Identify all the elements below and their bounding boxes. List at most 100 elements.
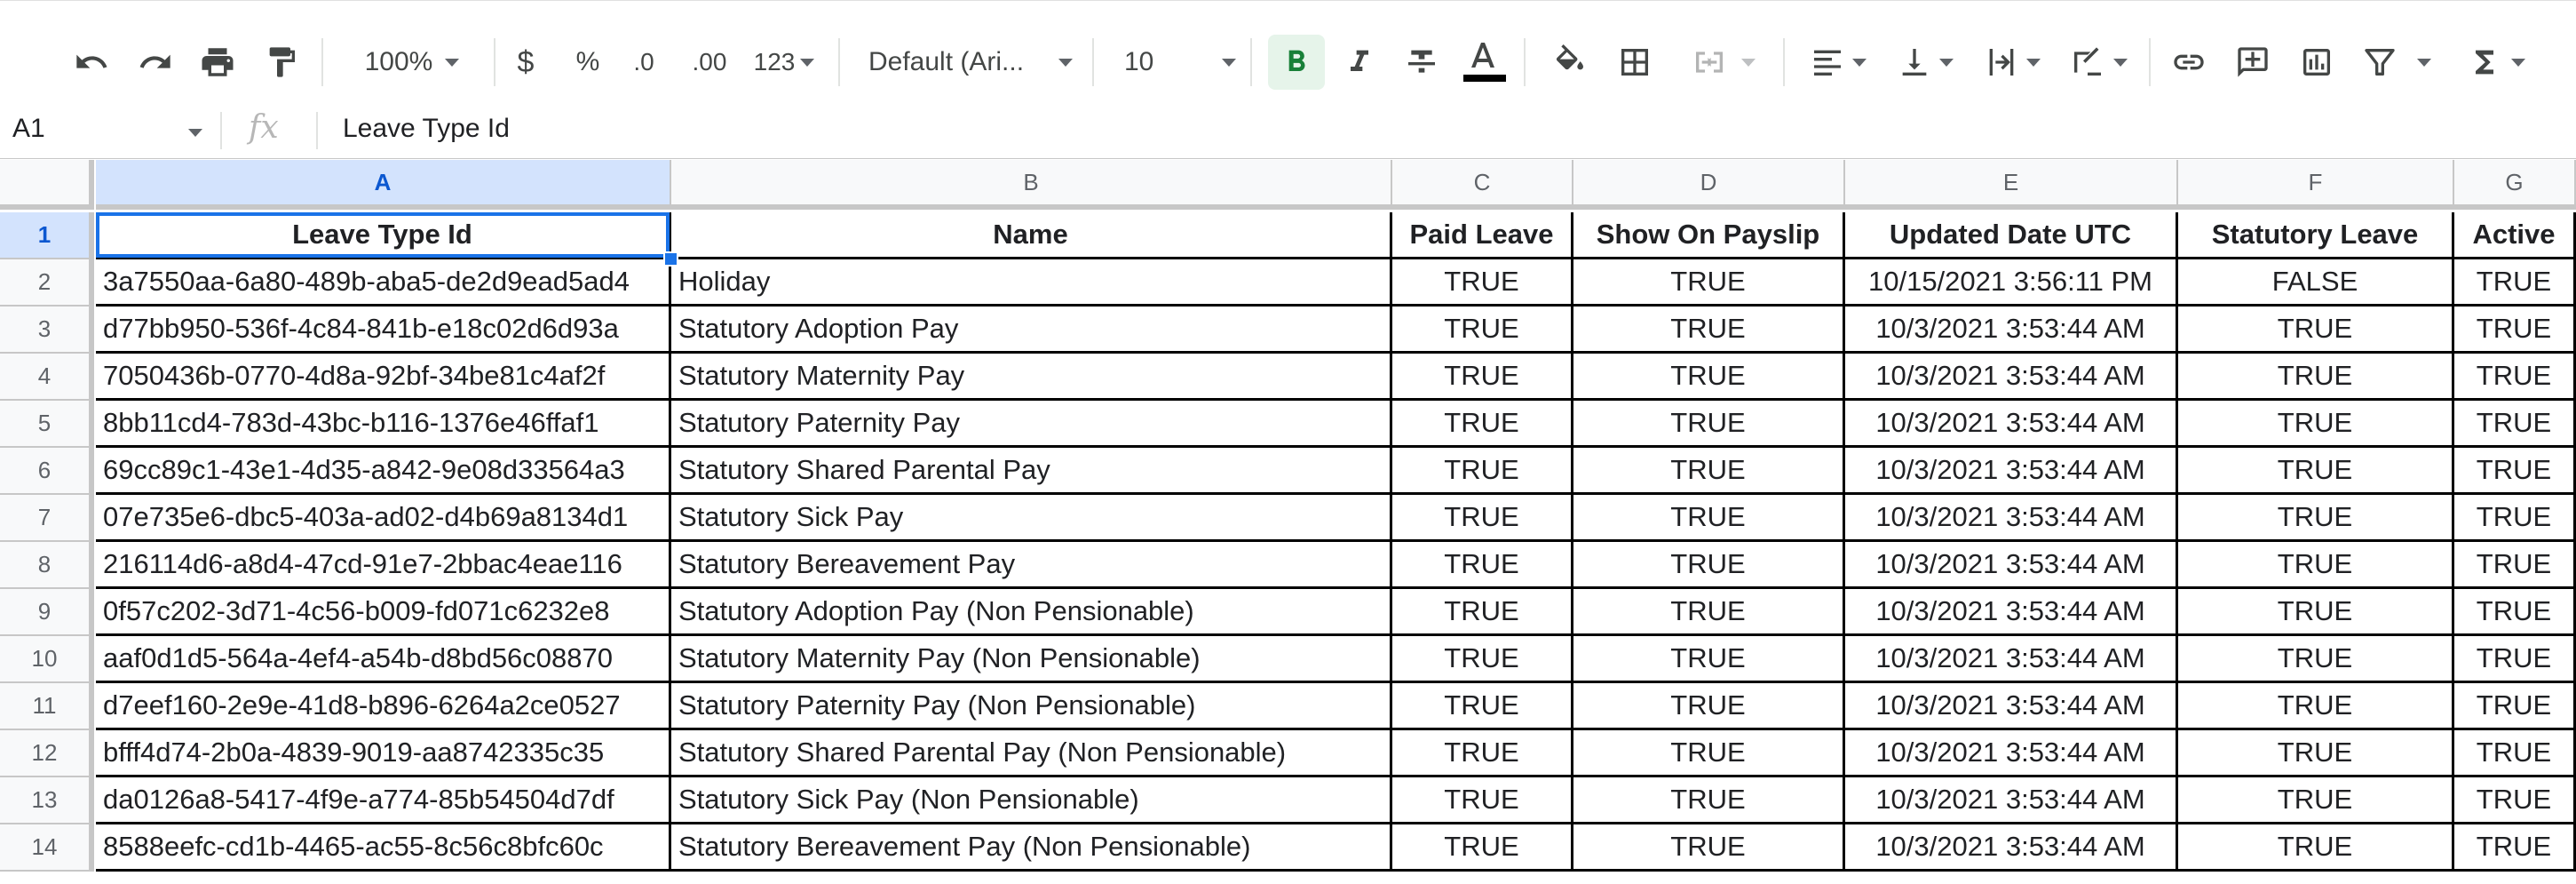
select-all-corner[interactable] [0,160,94,210]
more-formats-button[interactable]: 123 [748,35,820,90]
table-cell-payslip[interactable]: TRUE [1573,589,1845,636]
table-cell-name[interactable]: Statutory Bereavement Pay (Non Pensionab… [671,824,1392,872]
table-cell-paid[interactable]: TRUE [1392,730,1573,777]
table-cell-name[interactable]: Statutory Maternity Pay [671,354,1392,401]
fill-handle[interactable] [663,251,678,267]
table-cell-name[interactable]: Statutory Shared Parental Pay [671,448,1392,495]
table-cell-paid[interactable]: TRUE [1392,259,1573,307]
font-family-select[interactable]: Default (Ari... [868,35,1073,90]
table-cell-name[interactable]: Statutory Bereavement Pay [671,542,1392,589]
row-header-6[interactable]: 6 [0,448,94,495]
table-cell-payslip[interactable]: TRUE [1573,307,1845,354]
table-cell-id[interactable]: d77bb950-536f-4c84-841b-e18c02d6d93a [96,307,671,354]
redo-button[interactable] [133,35,178,90]
table-cell-name[interactable]: Statutory Sick Pay [671,495,1392,542]
table-cell-updated[interactable]: 10/3/2021 3:53:44 AM [1845,824,2178,872]
table-cell-paid[interactable]: TRUE [1392,777,1573,824]
italic-button[interactable] [1337,35,1382,90]
table-cell-statutory[interactable]: TRUE [2178,824,2454,872]
row-header-13[interactable]: 13 [0,777,94,824]
table-cell-active[interactable]: TRUE [2454,259,2576,307]
table-cell-id[interactable]: 8588eefc-cd1b-4465-ac55-8c56c8bfc60c [96,824,671,872]
table-cell-name[interactable]: Statutory Maternity Pay (Non Pensionable… [671,636,1392,683]
table-cell-paid[interactable]: TRUE [1392,495,1573,542]
undo-button[interactable] [69,35,114,90]
table-cell-active[interactable]: TRUE [2454,824,2576,872]
horizontal-align-button[interactable] [1803,35,1874,90]
table-cell-active[interactable]: TRUE [2454,448,2576,495]
table-cell-payslip[interactable]: TRUE [1573,636,1845,683]
table-cell-paid[interactable]: TRUE [1392,824,1573,872]
row-header-14[interactable]: 14 [0,824,94,872]
table-cell-statutory[interactable]: TRUE [2178,683,2454,730]
table-cell-updated[interactable]: 10/3/2021 3:53:44 AM [1845,636,2178,683]
table-cell-name[interactable]: Holiday [671,259,1392,307]
table-cell-updated[interactable]: 10/3/2021 3:53:44 AM [1845,542,2178,589]
table-cell-updated[interactable]: 10/3/2021 3:53:44 AM [1845,354,2178,401]
fill-color-button[interactable] [1549,35,1591,90]
table-cell-statutory[interactable]: TRUE [2178,401,2454,448]
table-cell-statutory[interactable]: TRUE [2178,354,2454,401]
table-cell-paid[interactable]: TRUE [1392,401,1573,448]
table-cell-payslip[interactable]: TRUE [1573,495,1845,542]
column-header-d[interactable]: D [1573,160,1845,210]
row-header-8[interactable]: 8 [0,542,94,589]
header-cell-5[interactable]: Updated Date UTC [1845,212,2178,259]
header-cell-1[interactable]: Leave Type Id [96,212,671,259]
table-cell-statutory[interactable]: TRUE [2178,730,2454,777]
percent-button[interactable]: % [572,35,604,90]
table-cell-updated[interactable]: 10/3/2021 3:53:44 AM [1845,683,2178,730]
column-header-e[interactable]: E [1845,160,2178,210]
font-size-select[interactable]: 10 [1124,35,1236,90]
text-wrapping-button[interactable] [1977,35,2048,90]
table-cell-id[interactable]: d7eef160-2e9e-41d8-b896-6264a2ce0527 [96,683,671,730]
zoom-select[interactable]: 100% [350,35,474,90]
header-cell-6[interactable]: Statutory Leave [2178,212,2454,259]
table-cell-active[interactable]: TRUE [2454,495,2576,542]
header-cell-7[interactable]: Active [2454,212,2576,259]
table-cell-updated[interactable]: 10/3/2021 3:53:44 AM [1845,307,2178,354]
table-cell-statutory[interactable]: TRUE [2178,542,2454,589]
table-cell-statutory[interactable]: TRUE [2178,495,2454,542]
table-cell-name[interactable]: Statutory Shared Parental Pay (Non Pensi… [671,730,1392,777]
row-header-11[interactable]: 11 [0,683,94,730]
bold-button[interactable] [1268,35,1325,90]
table-cell-name[interactable]: Statutory Adoption Pay (Non Pensionable) [671,589,1392,636]
name-box[interactable]: A1 [12,114,45,144]
table-cell-statutory[interactable]: FALSE [2178,259,2454,307]
chevron-down-icon[interactable] [188,129,202,137]
header-cell-2[interactable]: Name [671,212,1392,259]
table-cell-active[interactable]: TRUE [2454,307,2576,354]
table-cell-id[interactable]: 0f57c202-3d71-4c56-b009-fd071c6232e8 [96,589,671,636]
currency-button[interactable]: $ [511,35,540,90]
table-cell-id[interactable]: 69cc89c1-43e1-4d35-a842-9e08d33564a3 [96,448,671,495]
table-cell-active[interactable]: TRUE [2454,777,2576,824]
table-cell-statutory[interactable]: TRUE [2178,777,2454,824]
paint-format-button[interactable] [259,35,304,90]
decrease-decimals-button[interactable]: .0 [623,35,664,90]
row-header-5[interactable]: 5 [0,401,94,448]
table-cell-payslip[interactable]: TRUE [1573,259,1845,307]
row-header-9[interactable]: 9 [0,589,94,636]
column-header-a[interactable]: A [96,160,671,210]
column-header-c[interactable]: C [1392,160,1573,210]
table-cell-updated[interactable]: 10/3/2021 3:53:44 AM [1845,730,2178,777]
table-cell-active[interactable]: TRUE [2454,730,2576,777]
table-cell-id[interactable]: da0126a8-5417-4f9e-a774-85b54504d7df [96,777,671,824]
table-cell-payslip[interactable]: TRUE [1573,401,1845,448]
functions-button[interactable] [2460,35,2532,90]
table-cell-paid[interactable]: TRUE [1392,589,1573,636]
row-header-7[interactable]: 7 [0,495,94,542]
row-header-4[interactable]: 4 [0,354,94,401]
table-cell-id[interactable]: 216114d6-a8d4-47cd-91e7-2bbac4eae116 [96,542,671,589]
formula-input[interactable]: Leave Type Id [343,114,510,144]
table-cell-payslip[interactable]: TRUE [1573,354,1845,401]
table-cell-statutory[interactable]: TRUE [2178,589,2454,636]
table-cell-name[interactable]: Statutory Paternity Pay [671,401,1392,448]
table-cell-updated[interactable]: 10/3/2021 3:53:44 AM [1845,448,2178,495]
table-cell-payslip[interactable]: TRUE [1573,824,1845,872]
row-header-10[interactable]: 10 [0,636,94,683]
table-cell-payslip[interactable]: TRUE [1573,683,1845,730]
borders-button[interactable] [1613,35,1657,90]
table-cell-updated[interactable]: 10/3/2021 3:53:44 AM [1845,777,2178,824]
